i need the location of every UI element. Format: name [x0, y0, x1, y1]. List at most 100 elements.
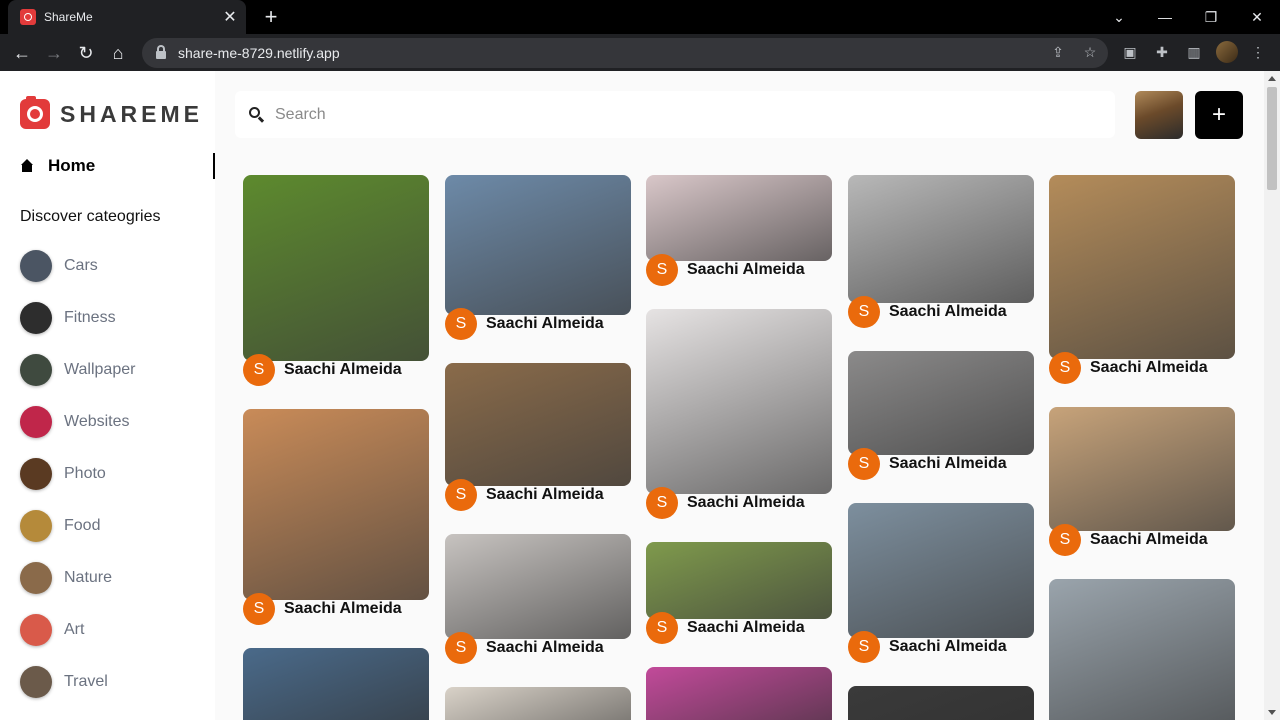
sidebar-category-photo[interactable]: Photo: [20, 458, 106, 490]
pin-image[interactable]: [646, 175, 832, 261]
category-label: Wallpaper: [64, 361, 136, 378]
pin-image[interactable]: [445, 687, 631, 720]
close-window-icon[interactable]: ✕: [1234, 0, 1280, 34]
pin-author[interactable]: S Saachi Almeida: [646, 612, 805, 644]
author-name: Saachi Almeida: [687, 619, 805, 636]
puzzle-icon[interactable]: ✚: [1151, 41, 1173, 63]
url-text: share-me-8729.netlify.app: [178, 45, 340, 61]
pin-image[interactable]: [646, 309, 832, 494]
pin-image[interactable]: [1049, 579, 1235, 720]
sidebar-category-travel[interactable]: Travel: [20, 666, 108, 698]
logo-text: SHAREME: [60, 100, 204, 127]
pin-image[interactable]: [646, 667, 832, 720]
browser-toolbar: ← → ↻ ⌂ share-me-8729.netlify.app ⇪ ☆ ▣ …: [0, 34, 1280, 71]
browser-tab[interactable]: ShareMe ✕: [8, 0, 246, 34]
author-name: Saachi Almeida: [486, 315, 604, 332]
restore-icon[interactable]: ❐: [1188, 0, 1234, 34]
forward-icon[interactable]: →: [40, 39, 68, 67]
sidebar-category-nature[interactable]: Nature: [20, 562, 112, 594]
bookmark-star-icon[interactable]: ☆: [1079, 41, 1101, 63]
author-avatar: S: [646, 254, 678, 286]
pin-image[interactable]: [445, 175, 631, 315]
pin-image[interactable]: [848, 503, 1034, 638]
pin-author[interactable]: S Saachi Almeida: [646, 487, 805, 519]
share-icon[interactable]: ⇪: [1047, 41, 1069, 63]
pin-author[interactable]: S Saachi Almeida: [445, 479, 604, 511]
shareme-logo[interactable]: SHAREME: [20, 96, 204, 129]
discover-heading: Discover cateogries: [20, 208, 161, 225]
author-avatar: S: [848, 631, 880, 663]
author-avatar: S: [1049, 352, 1081, 384]
author-avatar: S: [445, 308, 477, 340]
scroll-up-icon[interactable]: [1268, 76, 1276, 81]
minimize-icon[interactable]: —: [1142, 0, 1188, 34]
search-bar[interactable]: [235, 91, 1115, 138]
pin-image[interactable]: [1049, 407, 1235, 531]
pin-author[interactable]: S Saachi Almeida: [848, 448, 1007, 480]
sidebar-category-wallpaper[interactable]: Wallpaper: [20, 354, 135, 386]
new-tab-icon[interactable]: +: [258, 4, 284, 30]
extension-icon[interactable]: ▣: [1119, 41, 1141, 63]
author-avatar: S: [243, 593, 275, 625]
pin-image[interactable]: [243, 175, 429, 361]
pin-image[interactable]: [848, 351, 1034, 455]
author-avatar: S: [445, 632, 477, 664]
category-label: Photo: [64, 465, 106, 482]
app-page: SHAREME Home Discover cateogries Cars Fit…: [0, 71, 1280, 720]
pin-author[interactable]: S Saachi Almeida: [445, 632, 604, 664]
author-name: Saachi Almeida: [889, 303, 1007, 320]
search-input[interactable]: [275, 105, 1075, 124]
pin-image[interactable]: [243, 409, 429, 600]
sidebar-item-home[interactable]: Home: [20, 153, 215, 179]
pin-image[interactable]: [445, 363, 631, 486]
scroll-thumb[interactable]: [1267, 87, 1277, 190]
pin-author[interactable]: S Saachi Almeida: [646, 254, 805, 286]
close-tab-icon[interactable]: ✕: [220, 7, 240, 27]
search-icon: [249, 106, 265, 123]
category-thumbnail: [20, 614, 52, 646]
back-icon[interactable]: ←: [8, 39, 36, 67]
author-name: Saachi Almeida: [1090, 359, 1208, 376]
author-name: Saachi Almeida: [687, 494, 805, 511]
pin-image[interactable]: [848, 686, 1034, 720]
category-label: Nature: [64, 569, 113, 586]
pin-image[interactable]: [848, 175, 1034, 303]
reload-icon[interactable]: ↻: [72, 39, 100, 67]
address-bar[interactable]: share-me-8729.netlify.app: [142, 38, 1108, 68]
scrollbar[interactable]: [1264, 71, 1280, 720]
pin-author[interactable]: S Saachi Almeida: [848, 631, 1007, 663]
pin-image[interactable]: [243, 648, 429, 720]
sidebar-category-websites[interactable]: Websites: [20, 406, 130, 438]
add-pin-button[interactable]: +: [1195, 91, 1243, 139]
pin-author[interactable]: S Saachi Almeida: [848, 296, 1007, 328]
pin-image[interactable]: [1049, 175, 1235, 359]
author-avatar: S: [646, 612, 678, 644]
author-avatar: S: [646, 487, 678, 519]
sidebar-category-fitness[interactable]: Fitness: [20, 302, 116, 334]
sidebar: SHAREME Home Discover cateogries Cars Fit…: [0, 71, 215, 720]
sidebar-category-art[interactable]: Art: [20, 614, 84, 646]
browser-profile-avatar[interactable]: [1216, 41, 1238, 63]
home-label: Home: [48, 156, 96, 175]
user-avatar[interactable]: [1135, 91, 1183, 139]
home-browser-icon[interactable]: ⌂: [104, 39, 132, 67]
pin-author[interactable]: S Saachi Almeida: [1049, 524, 1208, 556]
pin-image[interactable]: [646, 542, 832, 619]
sidebar-category-food[interactable]: Food: [20, 510, 100, 542]
sidebar-category-cars[interactable]: Cars: [20, 250, 98, 282]
pin-author[interactable]: S Saachi Almeida: [445, 308, 604, 340]
pin-image[interactable]: [445, 534, 631, 639]
scroll-down-icon[interactable]: [1268, 710, 1276, 715]
home-icon: [20, 159, 34, 173]
category-thumbnail: [20, 458, 52, 490]
browser-tabbar: ShareMe ✕ + ⌄ — ❐ ✕: [0, 0, 1280, 34]
camera-logo-icon: [20, 96, 50, 129]
category-thumbnail: [20, 666, 52, 698]
pin-author[interactable]: S Saachi Almeida: [243, 593, 402, 625]
menu-kebab-icon[interactable]: ⋮: [1247, 41, 1269, 63]
pin-author[interactable]: S Saachi Almeida: [1049, 352, 1208, 384]
side-panel-icon[interactable]: ▥: [1183, 41, 1205, 63]
tab-search-icon[interactable]: ⌄: [1096, 0, 1142, 34]
author-avatar: S: [445, 479, 477, 511]
pin-author[interactable]: S Saachi Almeida: [243, 354, 402, 386]
